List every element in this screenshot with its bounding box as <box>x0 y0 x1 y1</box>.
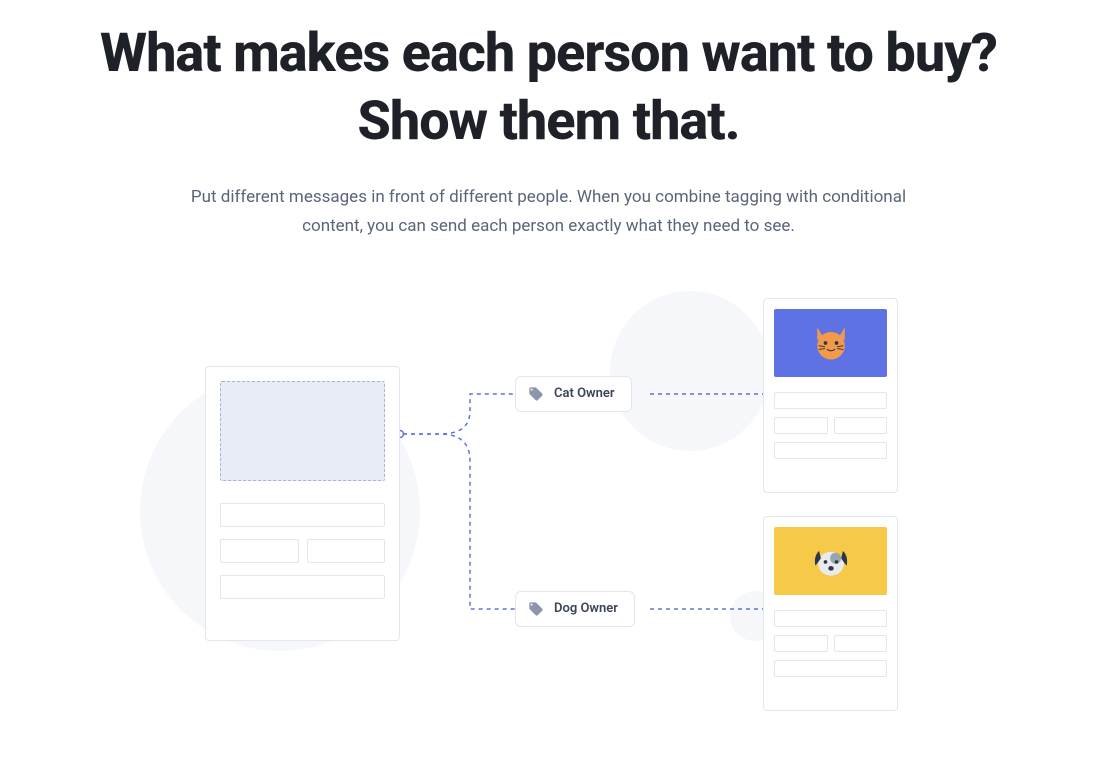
placeholder-line <box>774 660 887 677</box>
placeholder-line <box>220 503 385 527</box>
placeholder-line <box>774 610 887 627</box>
dog-icon <box>808 538 854 584</box>
placeholder-line <box>834 635 888 652</box>
tag-label: Dog Owner <box>554 601 618 616</box>
tag-label: Cat Owner <box>554 386 615 401</box>
placeholder-line <box>774 635 828 652</box>
placeholder-line <box>774 392 887 409</box>
result-card-dog <box>763 516 898 711</box>
hero-title: What makes each person want to buy? Show… <box>30 20 1067 155</box>
cat-icon <box>808 320 854 366</box>
placeholder-line <box>307 539 386 563</box>
dog-image <box>774 527 887 595</box>
tag-icon <box>528 386 544 402</box>
placeholder-line <box>220 539 299 563</box>
background-circle <box>610 291 770 451</box>
tag-chip-dog-owner: Dog Owner <box>515 591 635 627</box>
tag-chip-cat-owner: Cat Owner <box>515 376 632 412</box>
source-email-card <box>205 366 400 641</box>
placeholder-line <box>774 442 887 459</box>
result-card-cat <box>763 298 898 493</box>
hero-subtitle: Put different messages in front of diffe… <box>169 183 929 241</box>
tag-icon <box>528 601 544 617</box>
diagram-container: Cat Owner Dog Owner <box>0 301 1097 741</box>
placeholder-line <box>220 575 385 599</box>
cat-image <box>774 309 887 377</box>
placeholder-line <box>774 417 828 434</box>
conditional-content-placeholder <box>220 381 385 481</box>
placeholder-line <box>834 417 888 434</box>
